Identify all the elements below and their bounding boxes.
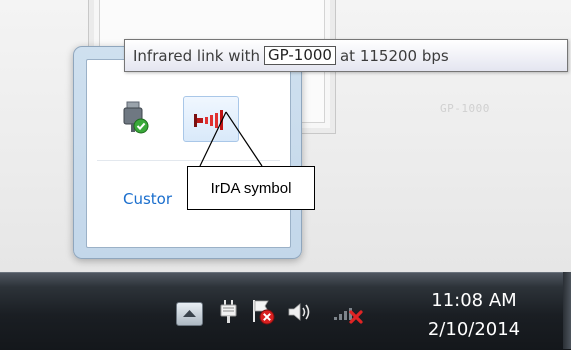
power-plug-icon[interactable]	[219, 299, 239, 329]
irda-annotation-label: IrDA symbol	[187, 166, 315, 210]
action-center-flag-icon[interactable]	[250, 298, 276, 330]
show-hidden-icons-button[interactable]	[176, 302, 203, 326]
clock-date: 2/10/2014	[427, 319, 521, 340]
network-disconnected-icon[interactable]	[332, 298, 368, 332]
show-desktop-button[interactable]	[563, 272, 571, 349]
chevron-up-icon	[183, 310, 196, 317]
taskbar: 11:08 AM 2/10/2014	[0, 272, 571, 350]
volume-icon[interactable]	[286, 300, 314, 328]
taskbar-clock[interactable]: 11:08 AM 2/10/2014	[410, 286, 538, 344]
clock-time: 11:08 AM	[431, 290, 517, 311]
